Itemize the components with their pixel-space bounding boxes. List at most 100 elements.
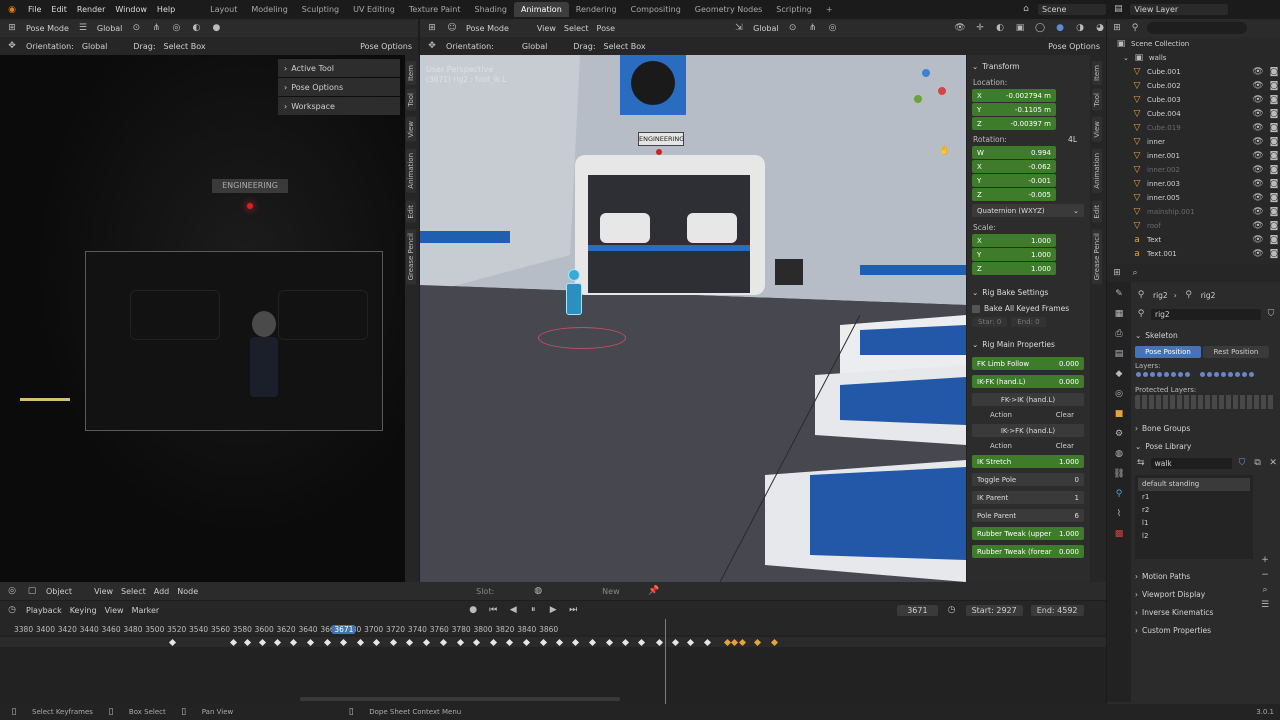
outliner-scene-collection[interactable]: ▣ Scene Collection (1107, 37, 1280, 51)
pose-library-field[interactable]: walk (1150, 457, 1233, 469)
grid-icon[interactable]: # (939, 189, 951, 201)
current-frame-indicator[interactable]: 3671 (332, 625, 356, 634)
left-orientation-dropdown[interactable]: Global (82, 42, 108, 51)
rig-root-circle[interactable] (538, 327, 626, 349)
editor-type-icon[interactable]: ⊞ (6, 22, 18, 34)
snap-icon[interactable]: ⋔ (150, 22, 162, 34)
outliner-item[interactable]: ▽ Cube.002 👁 ◙ (1107, 79, 1280, 93)
object-icon[interactable]: ■ (1113, 408, 1125, 420)
main-menu-pose[interactable]: Pose (597, 24, 616, 33)
blender-logo-icon[interactable]: ◉ (6, 4, 18, 16)
node-menu-add[interactable]: Add (154, 587, 170, 596)
navigation-gizmo[interactable] (908, 69, 948, 109)
jump-end-icon[interactable]: ⏭ (567, 604, 579, 616)
visibility-eye-icon[interactable]: 👁 (1252, 192, 1264, 204)
shield-icon[interactable]: ⛉ (1265, 308, 1277, 320)
tab-item[interactable]: Item (1092, 61, 1102, 85)
tab-rendering[interactable]: Rendering (569, 2, 624, 17)
bake-header[interactable]: ⌄ Rig Bake Settings (972, 285, 1085, 299)
outliner-item[interactable]: ▽ roof 👁 ◙ (1107, 219, 1280, 233)
outliner-search[interactable] (1147, 22, 1247, 34)
pan-hand-icon[interactable]: ✋ (939, 145, 951, 157)
tab-animation[interactable]: Animation (1092, 149, 1102, 193)
visibility-eye-icon[interactable]: 👁 (1252, 178, 1264, 190)
properties-section-header[interactable]: › Viewport Display (1135, 585, 1279, 603)
bake-start-field[interactable]: Star: 0 (972, 317, 1008, 327)
outliner-item[interactable]: ▽ Cube.001 👁 ◙ (1107, 65, 1280, 79)
bone-icon[interactable]: ⌇ (1113, 508, 1125, 520)
tab-modeling[interactable]: Modeling (244, 2, 294, 17)
layer-dot[interactable] (1207, 372, 1212, 377)
location-x-field[interactable]: X -0.002794 m (972, 89, 1056, 102)
physics-icon[interactable]: ◍ (1113, 448, 1125, 460)
ik-parent-field[interactable]: IK Parent 1 (972, 491, 1084, 504)
fk-action-button[interactable]: Action (972, 411, 1012, 419)
pose-list-item[interactable]: l2 (1138, 530, 1250, 543)
properties-section-header[interactable]: › Motion Paths (1135, 567, 1279, 585)
overlay-icon[interactable]: ◐ (994, 22, 1006, 34)
shading-solid-icon[interactable]: ● (210, 22, 222, 34)
rest-position-button[interactable]: Rest Position (1203, 346, 1269, 358)
pose-list-item[interactable]: default standing (1138, 478, 1250, 491)
toggle-pole-field[interactable]: Toggle Pole 0 (972, 473, 1084, 486)
main-orientation-dropdown[interactable]: Global (522, 42, 548, 51)
timeline-scrollbar[interactable] (300, 697, 620, 701)
protected-layers-grid[interactable] (1135, 395, 1275, 409)
add-workspace-icon[interactable]: + (819, 2, 840, 17)
visibility-eye-icon[interactable]: 👁 (1252, 136, 1264, 148)
outliner-item[interactable]: ▽ inner.002 👁 ◙ (1107, 163, 1280, 177)
visibility-eye-icon[interactable]: 👁 (1252, 234, 1264, 246)
shading-rendered-icon[interactable]: ◕ (1094, 22, 1106, 34)
render-icon[interactable]: ▦ (1113, 308, 1125, 320)
left-drag-dropdown[interactable]: Select Box (164, 42, 206, 51)
current-frame-field[interactable]: 3671 (897, 604, 938, 616)
proportional-icon[interactable]: ◎ (170, 22, 182, 34)
rotation-mode-badge[interactable]: 4L (1068, 135, 1077, 144)
tab-uv-editing[interactable]: UV Editing (346, 2, 402, 17)
layer-dot[interactable] (1157, 372, 1162, 377)
left-viewport[interactable]: ENGINEERING › Active Tool › Pose Options ›… (0, 55, 405, 582)
render-camera-icon[interactable]: ◙ (1268, 108, 1280, 120)
tool-icon[interactable]: ✎ (1113, 288, 1125, 300)
visibility-eye-icon[interactable]: 👁 (1252, 80, 1264, 92)
pose-list-item[interactable]: r1 (1138, 491, 1250, 504)
tab-item[interactable]: Item (406, 61, 416, 85)
overlay-icon[interactable]: ◐ (190, 22, 202, 34)
xray-icon[interactable]: ▣ (1014, 22, 1026, 34)
shading-material-icon[interactable]: ◑ (1074, 22, 1086, 34)
outliner-item[interactable]: ▽ Cube.019 👁 ◙ (1107, 121, 1280, 135)
layer-dot[interactable] (1242, 372, 1247, 377)
scene-icon[interactable]: ⌂ (1020, 3, 1032, 15)
visibility-eye-icon[interactable]: 👁 (1252, 94, 1264, 106)
transform-header[interactable]: ⌄ Transform (972, 59, 1085, 73)
visibility-icon[interactable]: 👁 (954, 22, 966, 34)
fk-clear-button[interactable]: Clear (1056, 411, 1084, 419)
texture-icon[interactable]: ▩ (1113, 528, 1125, 540)
menu-icon[interactable]: ☰ (1259, 599, 1271, 611)
add-icon[interactable]: + (1259, 554, 1271, 566)
layer-dot[interactable] (1136, 372, 1141, 377)
main-drag-dropdown[interactable]: Select Box (604, 42, 646, 51)
layer-dot[interactable] (1235, 372, 1240, 377)
outliner-item[interactable]: ▽ inner.001 👁 ◙ (1107, 149, 1280, 163)
left-pose-options[interactable]: Pose Options (360, 42, 418, 51)
bone-groups-header[interactable]: › Bone Groups (1135, 419, 1279, 437)
main-transform-dropdown[interactable]: Global (753, 24, 779, 33)
proportional-icon[interactable]: ◎ (827, 22, 839, 34)
layer-dot[interactable] (1171, 372, 1176, 377)
left-transform-dropdown[interactable]: Global (97, 24, 123, 33)
node-menu-select[interactable]: Select (121, 587, 146, 596)
tab-sculpting[interactable]: Sculpting (295, 2, 346, 17)
next-keyframe-icon[interactable]: ▶ (547, 604, 559, 616)
render-camera-icon[interactable]: ◙ (1268, 136, 1280, 148)
layer-dot[interactable] (1221, 372, 1226, 377)
layer-dot[interactable] (1150, 372, 1155, 377)
scale-z-field[interactable]: Z 1.000 (972, 262, 1056, 275)
menu-render[interactable]: Render (77, 5, 105, 14)
render-camera-icon[interactable]: ◙ (1268, 80, 1280, 92)
bake-end-field[interactable]: End: 0 (1011, 317, 1046, 327)
location-z-field[interactable]: Z -0.00397 m (972, 117, 1056, 130)
tab-tool[interactable]: Tool (1092, 89, 1102, 111)
armature-name-field[interactable]: rig2 (1151, 308, 1261, 320)
tab-edit[interactable]: Edit (406, 201, 416, 223)
